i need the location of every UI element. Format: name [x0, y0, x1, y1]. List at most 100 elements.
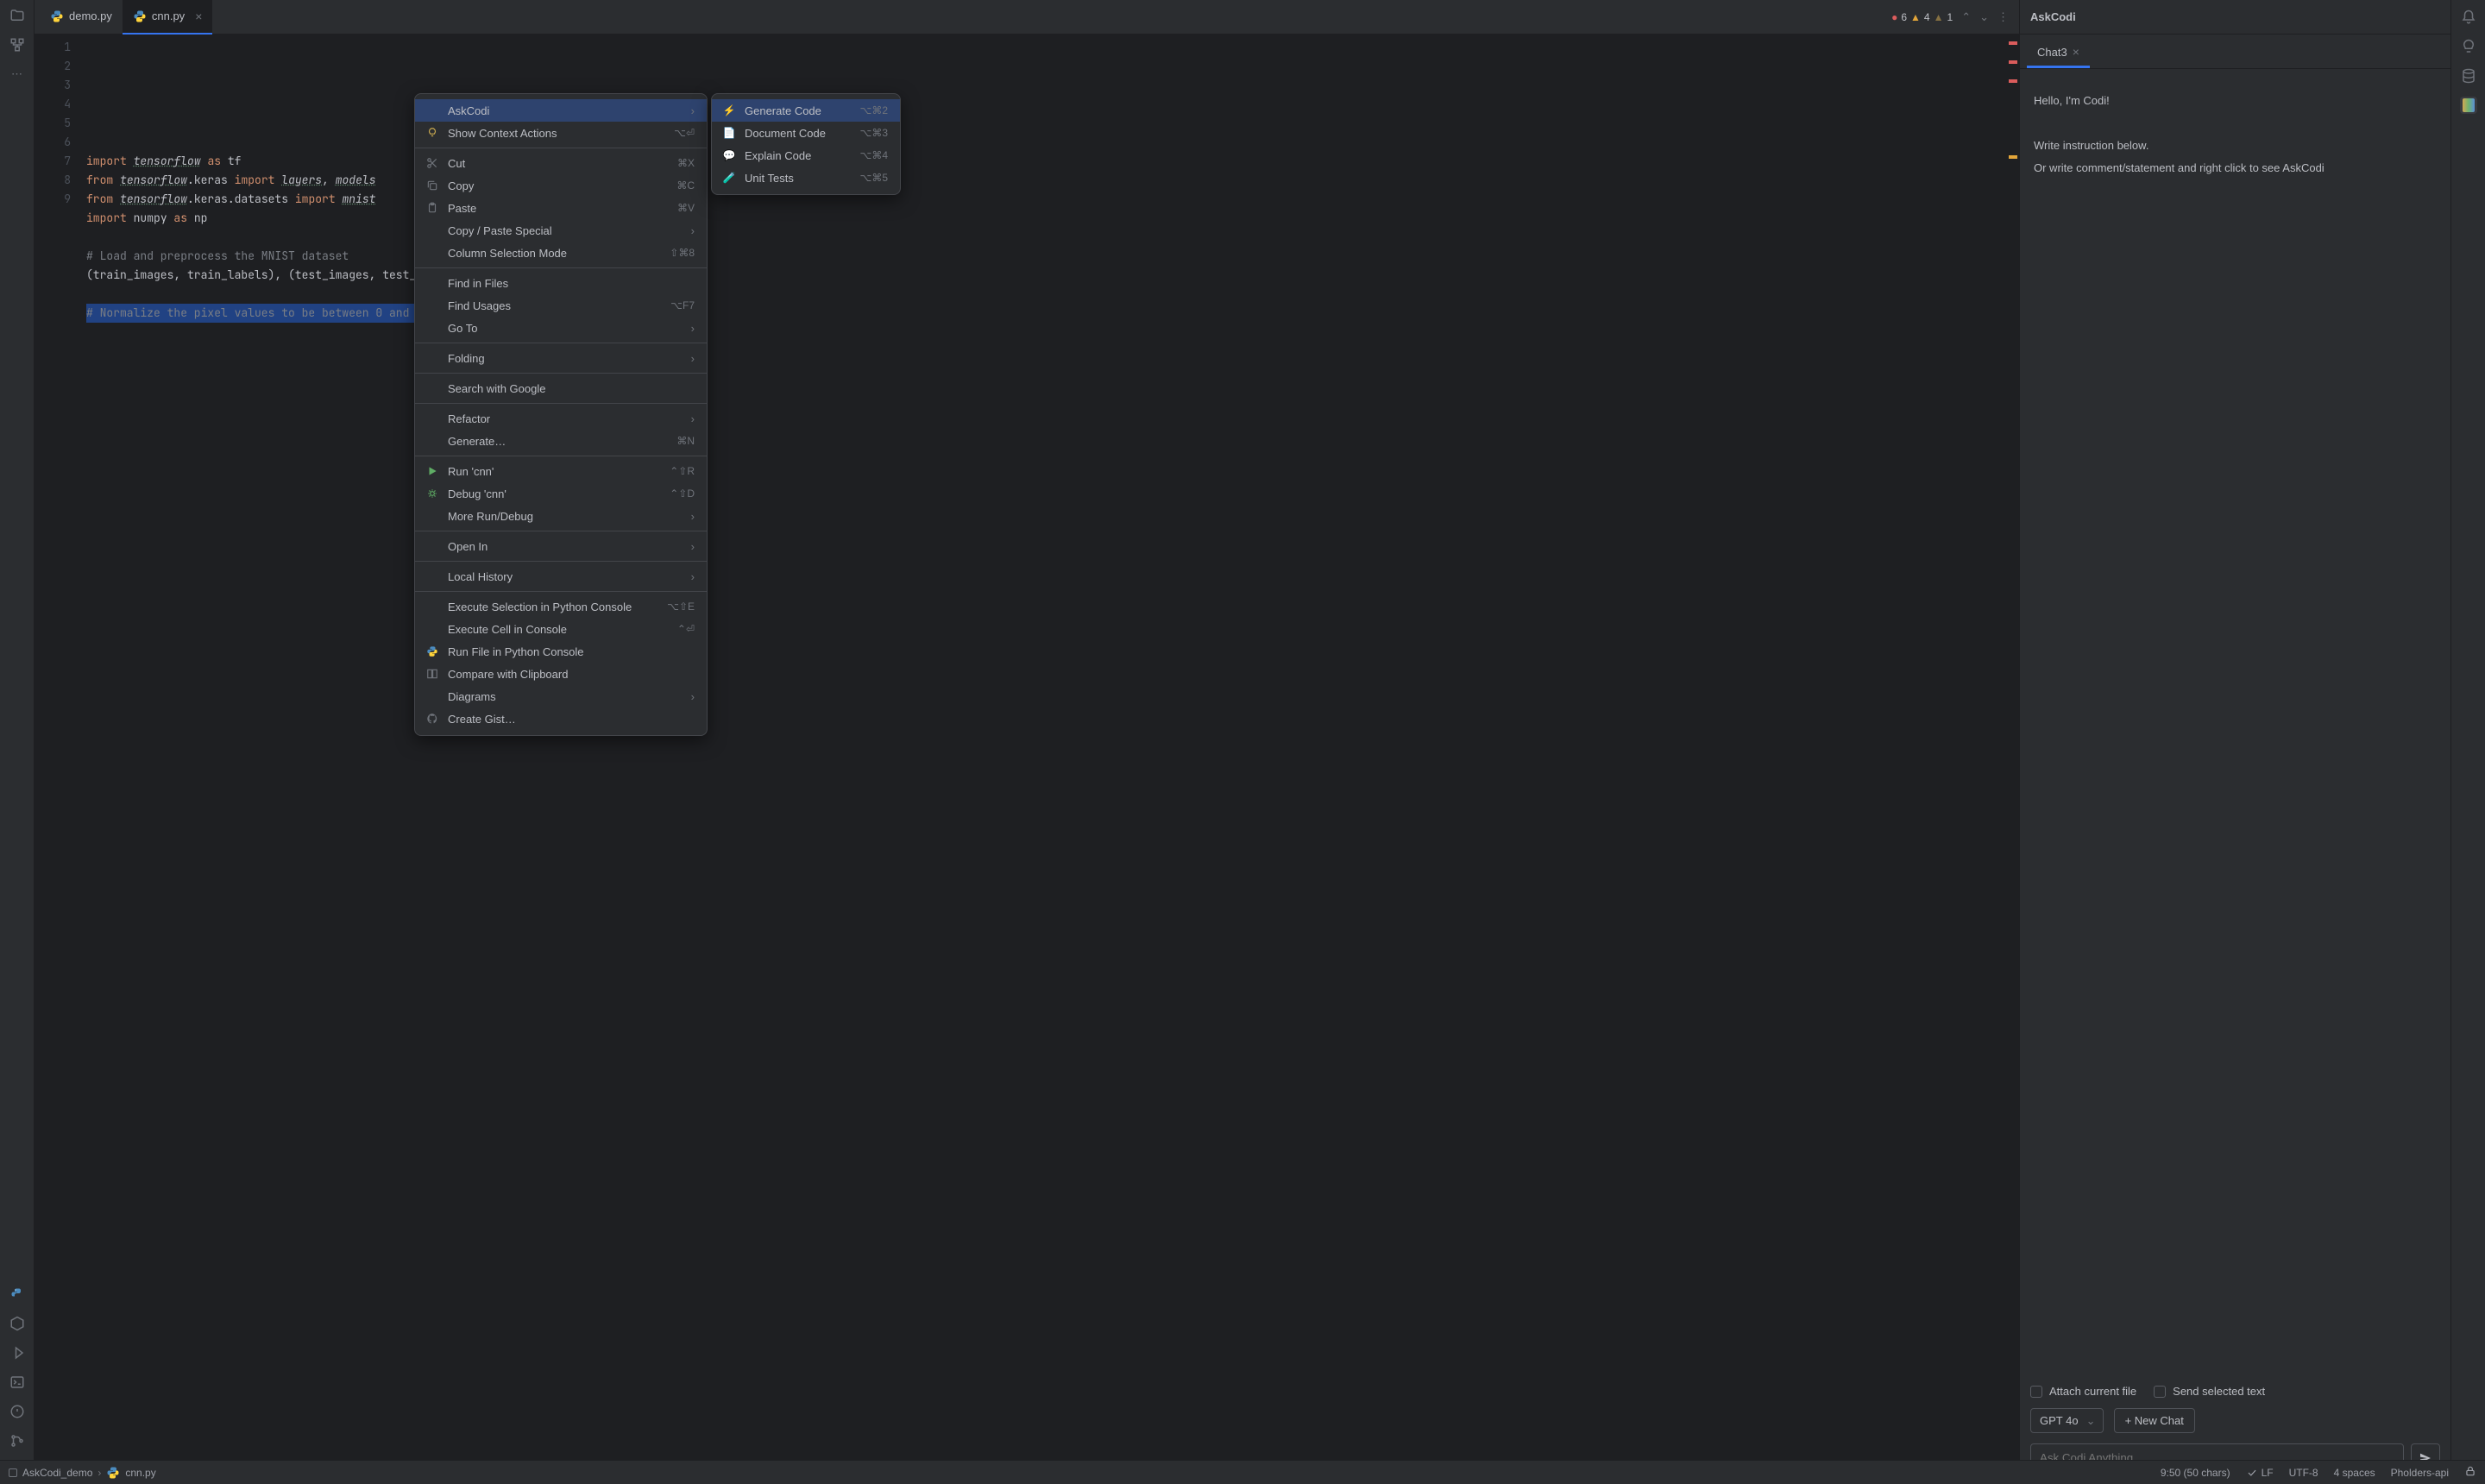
blank-icon: [425, 321, 439, 335]
editor-tab-bar: demo.pycnn.py× ●6 ▲4 ▲1 ⌃ ⌄ ⋮: [35, 0, 2019, 35]
menu-item[interactable]: AskCodi›: [415, 99, 707, 122]
python-icon: [425, 645, 439, 658]
menu-item[interactable]: Execute Cell in Console⌃⏎: [415, 618, 707, 640]
menu-item[interactable]: Run 'cnn'⌃⇧R: [415, 460, 707, 482]
menu-item[interactable]: Copy⌘C: [415, 174, 707, 197]
notifications-icon[interactable]: [2460, 9, 2477, 26]
menu-item[interactable]: Refactor›: [415, 407, 707, 430]
context-menu[interactable]: AskCodi›Show Context Actions⌥⏎ Cut⌘XCopy⌘…: [414, 93, 708, 736]
gutter: 123456789: [35, 35, 86, 1484]
menu-item[interactable]: Execute Selection in Python Console⌥⇧E: [415, 595, 707, 618]
github-icon: [425, 712, 439, 726]
blank-icon: [425, 223, 439, 237]
askcodi-panel: AskCodi Chat3 × Hello, I'm Codi! Write i…: [2019, 0, 2450, 1484]
structure-icon[interactable]: [9, 36, 26, 53]
project-icon[interactable]: [9, 7, 26, 24]
menu-item[interactable]: Copy / Paste Special›: [415, 219, 707, 242]
caret-position[interactable]: 9:50 (50 chars): [2161, 1467, 2230, 1479]
more-tools-icon[interactable]: ⋯: [9, 66, 26, 83]
terminal-icon[interactable]: [9, 1374, 26, 1391]
indent[interactable]: 4 spaces: [2334, 1467, 2375, 1479]
chevron-down-icon[interactable]: ⌄: [1979, 10, 1989, 24]
menu-item[interactable]: Column Selection Mode⇧⌘8: [415, 242, 707, 264]
askcodi-submenu[interactable]: ⚡Generate Code⌥⌘2📄Document Code⌥⌘3💬Expla…: [711, 93, 901, 195]
debug-icon: [425, 487, 439, 500]
menu-item[interactable]: Find in Files: [415, 272, 707, 294]
menu-item[interactable]: Search with Google: [415, 377, 707, 399]
python-icon: [50, 9, 64, 23]
menu-item[interactable]: Cut⌘X: [415, 152, 707, 174]
menu-item[interactable]: Open In›: [415, 535, 707, 557]
left-tool-rail: ⋯: [0, 0, 35, 1484]
run-icon: [425, 464, 439, 478]
blank-icon: [425, 299, 439, 312]
inspections-widget[interactable]: ●6 ▲4 ▲1: [1891, 11, 1953, 23]
menu-item[interactable]: 📄Document Code⌥⌘3: [712, 122, 900, 144]
blank-icon: [425, 569, 439, 583]
test-icon: 🧪: [722, 171, 736, 185]
close-icon[interactable]: ×: [195, 9, 202, 23]
editor-more-icon[interactable]: ⋮: [1997, 10, 2009, 24]
blank-icon: [425, 600, 439, 613]
lock-icon[interactable]: [2464, 1465, 2476, 1480]
menu-item[interactable]: Compare with Clipboard: [415, 663, 707, 685]
blank-icon: [425, 434, 439, 448]
python-console-icon[interactable]: [9, 1286, 26, 1303]
blank-icon: [425, 689, 439, 703]
menu-item[interactable]: 💬Explain Code⌥⌘4: [712, 144, 900, 167]
packages-icon[interactable]: [9, 1315, 26, 1332]
editor-tab[interactable]: demo.py: [40, 0, 123, 35]
panel-title: AskCodi: [2020, 0, 2450, 35]
menu-item[interactable]: More Run/Debug›: [415, 505, 707, 527]
menu-item[interactable]: Find Usages⌥F7: [415, 294, 707, 317]
menu-item[interactable]: Generate…⌘N: [415, 430, 707, 452]
editor[interactable]: 123456789 import tensorflow as tffrom te…: [35, 35, 2019, 1484]
cut-icon: [425, 156, 439, 170]
new-chat-button[interactable]: + New Chat: [2114, 1408, 2195, 1433]
menu-item[interactable]: Local History›: [415, 565, 707, 588]
breadcrumb[interactable]: AskCodi_demo › cnn.py: [9, 1466, 156, 1480]
problems-icon[interactable]: [9, 1403, 26, 1420]
code-content[interactable]: import tensorflow as tffrom tensorflow.k…: [86, 35, 2019, 1484]
attach-file-checkbox[interactable]: Attach current file: [2030, 1385, 2136, 1398]
blank-icon: [425, 412, 439, 425]
chevron-up-icon[interactable]: ⌃: [1961, 10, 1971, 24]
python-icon: [133, 9, 147, 23]
blank-icon: [425, 104, 439, 117]
editor-tab[interactable]: cnn.py×: [123, 0, 213, 35]
database-icon[interactable]: [2460, 67, 2477, 85]
blank-icon: [425, 351, 439, 365]
model-select[interactable]: GPT 4o: [2030, 1408, 2104, 1433]
menu-item[interactable]: Folding›: [415, 347, 707, 369]
services-icon[interactable]: [9, 1344, 26, 1361]
line-ending[interactable]: LF: [2246, 1467, 2274, 1479]
chat-tab[interactable]: Chat3 ×: [2027, 38, 2090, 68]
menu-item[interactable]: 🧪Unit Tests⌥⌘5: [712, 167, 900, 189]
menu-item[interactable]: Show Context Actions⌥⏎: [415, 122, 707, 144]
menu-item[interactable]: Go To›: [415, 317, 707, 339]
menu-item[interactable]: Diagrams›: [415, 685, 707, 707]
menu-item[interactable]: Paste⌘V: [415, 197, 707, 219]
encoding[interactable]: UTF-8: [2289, 1467, 2318, 1479]
chat-tabs: Chat3 ×: [2020, 35, 2450, 69]
send-selected-checkbox[interactable]: Send selected text: [2154, 1385, 2265, 1398]
exp-icon: 💬: [722, 148, 736, 162]
gen-icon: ⚡: [722, 104, 736, 117]
module-icon: [9, 1468, 17, 1477]
blank-icon: [425, 622, 439, 636]
editor-area: demo.pycnn.py× ●6 ▲4 ▲1 ⌃ ⌄ ⋮ 123456789 …: [35, 0, 2019, 1484]
menu-item[interactable]: ⚡Generate Code⌥⌘2: [712, 99, 900, 122]
ai-icon[interactable]: [2460, 38, 2477, 55]
compare-icon: [425, 667, 439, 681]
menu-item[interactable]: Run File in Python Console: [415, 640, 707, 663]
askcodi-tool-icon[interactable]: [2460, 97, 2477, 114]
menu-item[interactable]: Debug 'cnn'⌃⇧D: [415, 482, 707, 505]
close-icon[interactable]: ×: [2073, 45, 2079, 59]
blank-icon: [425, 276, 439, 290]
menu-item[interactable]: Create Gist…: [415, 707, 707, 730]
vcs-icon[interactable]: [9, 1432, 26, 1449]
python-icon: [106, 1466, 120, 1480]
blank-icon: [425, 246, 439, 260]
git-branch[interactable]: Pholders-api: [2391, 1467, 2449, 1479]
doc-icon: 📄: [722, 126, 736, 140]
